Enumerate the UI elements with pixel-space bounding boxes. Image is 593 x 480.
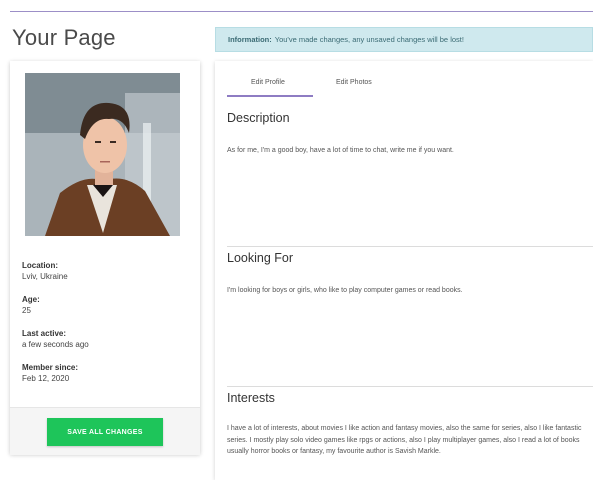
active-tab-indicator bbox=[227, 95, 313, 97]
member-since-info: Member since: Feb 12, 2020 bbox=[22, 363, 78, 383]
age-info: Age: 25 bbox=[22, 295, 40, 315]
last-active-label: Last active: bbox=[22, 329, 67, 338]
last-active-value: a few seconds ago bbox=[22, 340, 89, 349]
age-label: Age: bbox=[22, 295, 40, 304]
tab-edit-photos[interactable]: Edit Photos bbox=[336, 79, 372, 86]
profile-card: Location: Lviv, Ukraine Age: 25 Last act… bbox=[10, 61, 200, 455]
member-since-label: Member since: bbox=[22, 363, 79, 372]
location-value: Lviv, Ukraine bbox=[22, 272, 68, 281]
edit-profile-card: Edit Profile Edit Photos Description As … bbox=[215, 61, 593, 480]
member-since-value: Feb 12, 2020 bbox=[22, 374, 70, 383]
location-info: Location: Lviv, Ukraine bbox=[22, 261, 68, 281]
location-label: Location: bbox=[22, 261, 58, 270]
page-title: Your Page bbox=[12, 25, 116, 50]
description-title: Description bbox=[227, 111, 290, 125]
looking-for-text[interactable]: I'm looking for boys or girls, who like … bbox=[227, 285, 589, 297]
last-active-info: Last active: a few seconds ago bbox=[22, 329, 89, 349]
alert-label: Information: bbox=[228, 35, 272, 44]
avatar-photo-icon bbox=[25, 73, 180, 236]
section-divider bbox=[227, 386, 593, 387]
alert-message: You've made changes, any unsaved changes… bbox=[274, 35, 464, 44]
description-text[interactable]: As for me, I'm a good boy, have a lot of… bbox=[227, 145, 589, 157]
avatar[interactable] bbox=[25, 73, 180, 236]
age-value: 25 bbox=[22, 306, 31, 315]
card-footer: SAVE ALL CHANGES bbox=[10, 407, 200, 455]
looking-for-title: Looking For bbox=[227, 251, 294, 265]
top-divider bbox=[10, 11, 593, 12]
interests-title: Interests bbox=[227, 391, 275, 405]
info-alert: Information: You've made changes, any un… bbox=[215, 27, 593, 52]
save-all-changes-button[interactable]: SAVE ALL CHANGES bbox=[47, 418, 163, 446]
section-divider bbox=[227, 246, 593, 247]
tab-edit-profile[interactable]: Edit Profile bbox=[251, 79, 285, 86]
interests-text[interactable]: I have a lot of interests, about movies … bbox=[227, 423, 589, 458]
